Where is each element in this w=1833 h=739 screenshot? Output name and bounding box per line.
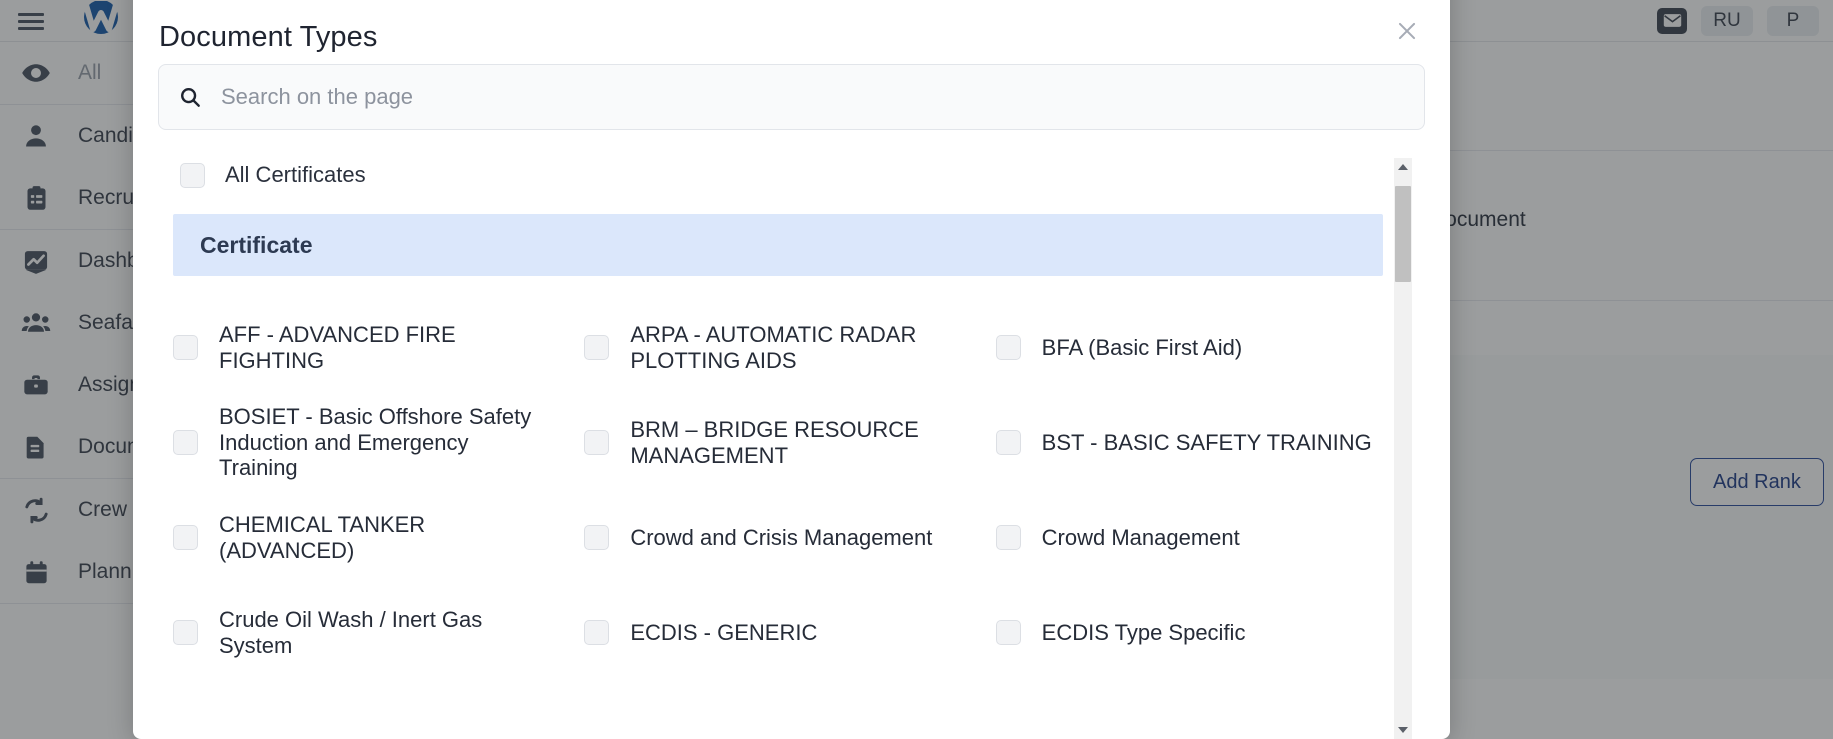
- checkbox[interactable]: [995, 620, 1021, 645]
- checkbox[interactable]: [173, 335, 198, 360]
- document-types-modal: Document Types All Certificates: [133, 0, 1450, 739]
- checkbox[interactable]: [995, 430, 1021, 455]
- group-header-label: Certificate: [200, 231, 313, 258]
- option-row[interactable]: CHEMICAL TANKER (ADVANCED): [173, 490, 560, 585]
- options-scroll-area: All Certificates Certificate AFF - ADVAN…: [133, 152, 1450, 739]
- scrollbar-track[interactable]: [1394, 176, 1412, 721]
- checkbox-label: ECDIS - GENERIC: [630, 619, 818, 645]
- group-header-certificate: Certificate: [173, 214, 1383, 276]
- scrollbar-thumb[interactable]: [1395, 186, 1411, 282]
- checkbox-label: BFA (Basic First Aid): [1041, 334, 1243, 360]
- option-row[interactable]: BOSIET - Basic Offshore Safety Induction…: [173, 395, 560, 490]
- checkbox-label: ARPA - AUTOMATIC RADAR PLOTTING AIDS: [630, 321, 917, 373]
- checkbox[interactable]: [173, 525, 198, 550]
- options-grid: AFF - ADVANCED FIRE FIGHTING ARPA - AUTO…: [173, 300, 1383, 680]
- select-all-certificates-row[interactable]: All Certificates: [180, 152, 1383, 198]
- option-row[interactable]: ECDIS - GENERIC: [584, 585, 971, 680]
- search-box[interactable]: [158, 64, 1425, 130]
- option-row[interactable]: Crowd and Crisis Management: [584, 490, 971, 585]
- option-row[interactable]: Crowd Management: [995, 490, 1383, 585]
- option-row[interactable]: ARPA - AUTOMATIC RADAR PLOTTING AIDS: [584, 300, 971, 395]
- screen: All Candidates Recruitment: [0, 0, 1833, 739]
- option-row[interactable]: BRM – BRIDGE RESOURCE MANAGEMENT: [584, 395, 971, 490]
- checkbox-label: AFF - ADVANCED FIRE FIGHTING: [219, 321, 456, 373]
- checkbox-label: Crowd and Crisis Management: [630, 524, 933, 550]
- checkbox-label: BOSIET - Basic Offshore Safety Induction…: [219, 403, 532, 481]
- search-icon: [179, 86, 201, 108]
- checkbox-label: Crude Oil Wash / Inert Gas System: [219, 606, 483, 658]
- checkbox-label: ECDIS Type Specific: [1041, 619, 1246, 645]
- close-icon[interactable]: [1390, 14, 1424, 48]
- checkbox-label: CHEMICAL TANKER (ADVANCED): [219, 511, 426, 563]
- scroll-up-arrow[interactable]: [1394, 158, 1412, 176]
- checkbox[interactable]: [173, 430, 198, 455]
- checkbox-label: All Certificates: [225, 162, 366, 187]
- option-row[interactable]: AFF - ADVANCED FIRE FIGHTING: [173, 300, 560, 395]
- modal-header: Document Types: [133, 0, 1450, 64]
- checkbox[interactable]: [173, 620, 198, 645]
- checkbox[interactable]: [180, 162, 205, 188]
- checkbox-label: Crowd Management: [1041, 524, 1240, 550]
- page-title: Document Types: [159, 21, 378, 53]
- checkbox[interactable]: [584, 335, 610, 360]
- search-input[interactable]: [219, 83, 1404, 111]
- option-row[interactable]: Crude Oil Wash / Inert Gas System: [173, 585, 560, 680]
- checkbox[interactable]: [584, 620, 610, 645]
- option-row[interactable]: BFA (Basic First Aid): [995, 300, 1383, 395]
- checkbox[interactable]: [995, 335, 1021, 360]
- checkbox[interactable]: [584, 525, 610, 550]
- option-row[interactable]: BST - BASIC SAFETY TRAINING: [995, 395, 1383, 490]
- checkbox[interactable]: [584, 430, 610, 455]
- checkbox-label: BRM – BRIDGE RESOURCE MANAGEMENT: [630, 416, 919, 468]
- option-row[interactable]: ECDIS Type Specific: [995, 585, 1383, 680]
- checkbox-label: BST - BASIC SAFETY TRAINING: [1041, 429, 1372, 455]
- modal-scrollbar[interactable]: [1394, 158, 1412, 739]
- search-section: [133, 64, 1450, 130]
- checkbox[interactable]: [995, 525, 1021, 550]
- scroll-down-arrow[interactable]: [1394, 721, 1412, 739]
